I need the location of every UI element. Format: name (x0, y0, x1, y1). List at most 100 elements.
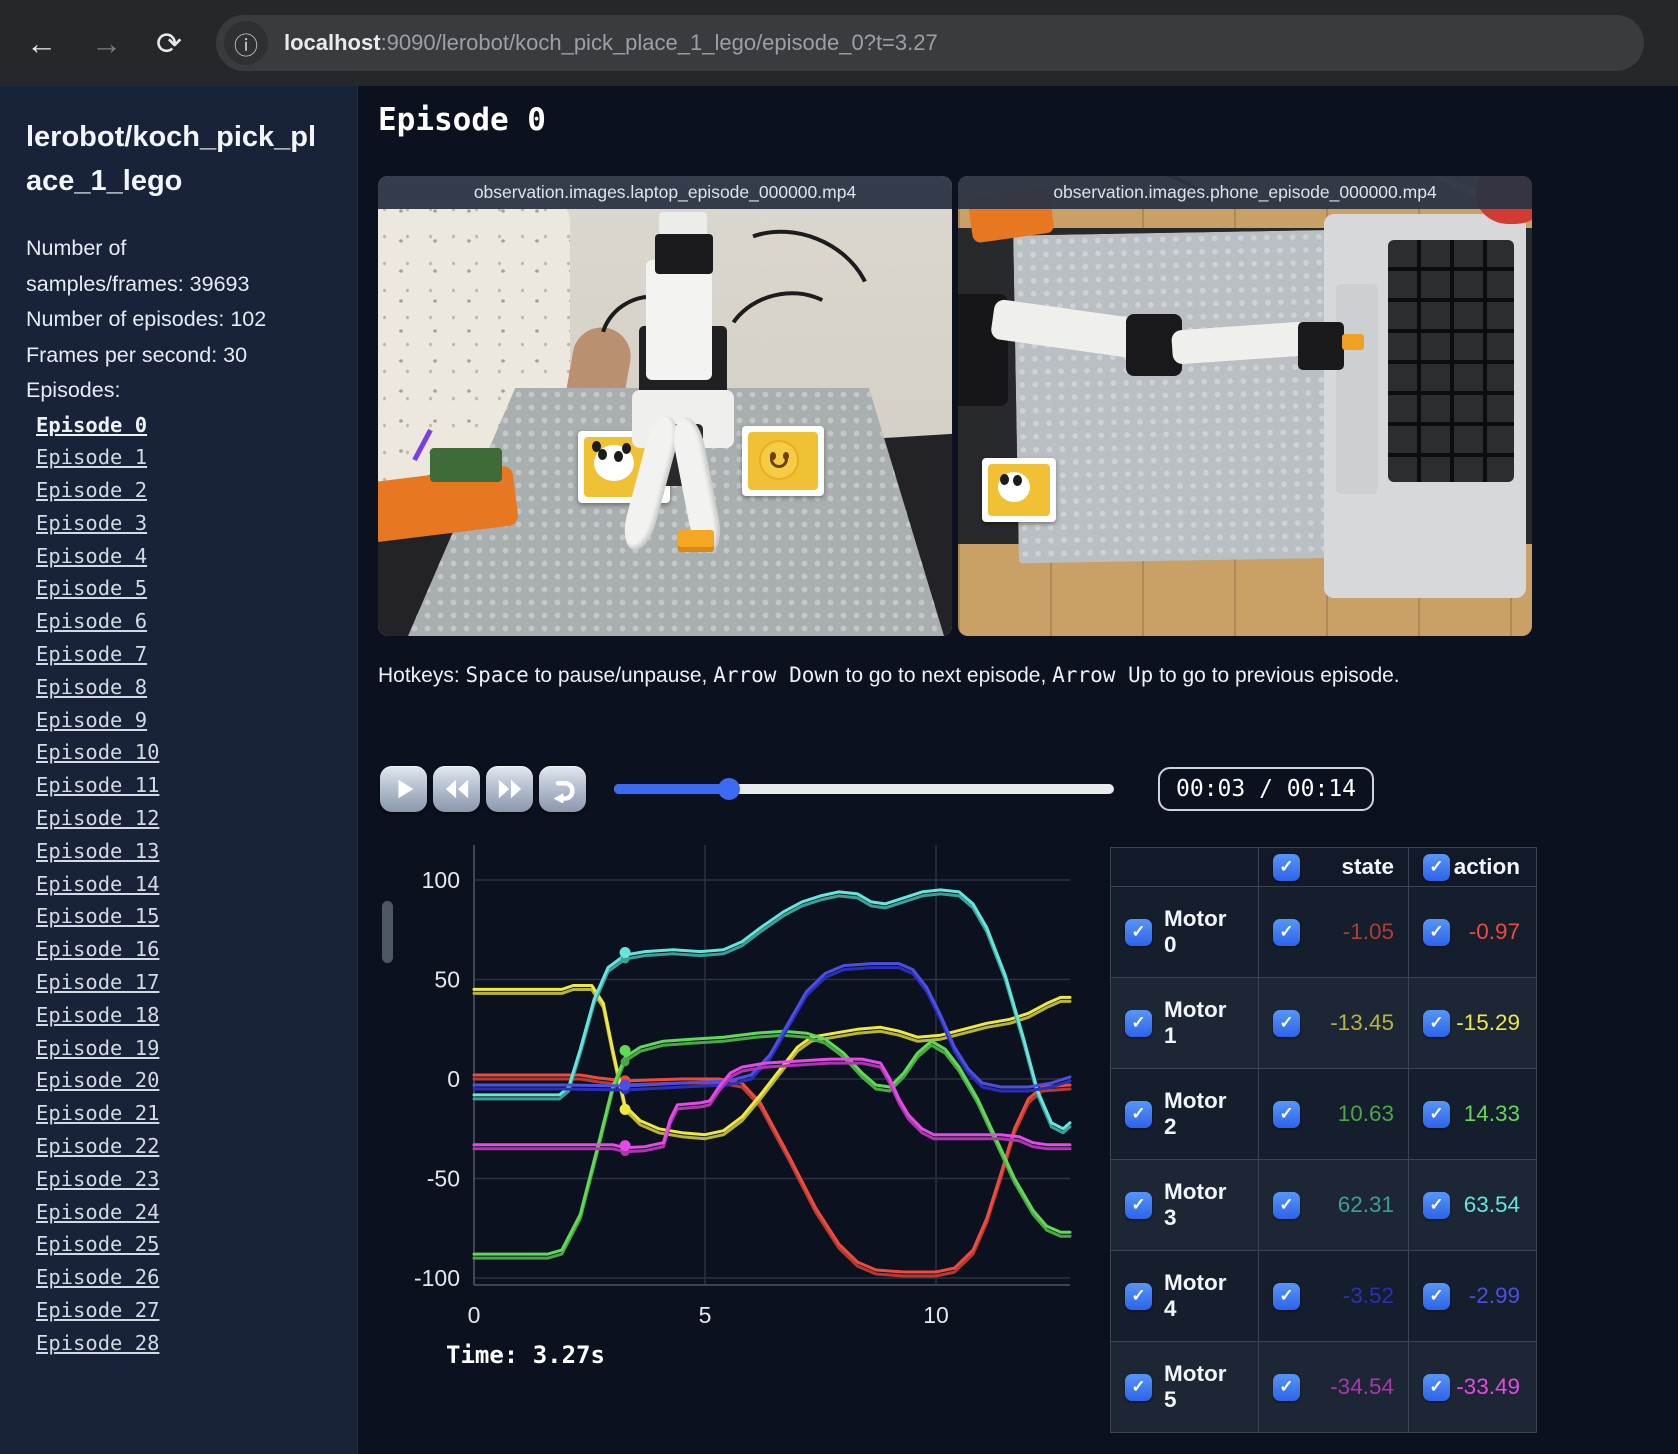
motor-label: Motor 4 (1164, 1270, 1227, 1321)
url-host: localhost (283, 30, 381, 55)
state-value: 62.31 (1337, 1192, 1394, 1217)
x-tick-label: 0 (468, 1302, 481, 1328)
y-tick-label: -100 (414, 1265, 460, 1291)
action-value: -33.49 (1456, 1374, 1520, 1399)
episode-link[interactable]: Episode 26 (36, 1261, 343, 1294)
episode-link[interactable]: Episode 1 (36, 441, 343, 474)
state-value-cell: ✓ 62.31 (1258, 1160, 1408, 1250)
main-content: Episode 0 observation.images.laptop_epis… (358, 86, 1678, 1454)
action-value-cell: ✓ -0.97 (1408, 887, 1534, 977)
checkbox[interactable]: ✓ (1423, 1191, 1450, 1219)
forward-icon[interactable]: → (91, 28, 122, 59)
checkbox[interactable]: ✓ (1125, 1191, 1152, 1219)
hotkeys-text: Hotkeys: Space to pause/unpause, Arrow D… (378, 663, 1400, 688)
checkbox[interactable]: ✓ (1125, 1009, 1152, 1037)
page-title: Episode 0 (378, 102, 546, 138)
episode-link[interactable]: Episode 0 (36, 409, 343, 442)
checkbox[interactable]: ✓ (1125, 1100, 1152, 1128)
episode-link[interactable]: Episode 12 (36, 802, 343, 835)
checkbox[interactable]: ✓ (1273, 1282, 1300, 1310)
rewind-icon (445, 779, 468, 799)
episode-link[interactable]: Episode 19 (36, 1032, 343, 1065)
checkbox[interactable]: ✓ (1273, 1373, 1300, 1401)
state-marker (620, 1057, 630, 1067)
checkbox[interactable]: ✓ (1423, 1282, 1450, 1310)
episode-link[interactable]: Episode 21 (36, 1097, 343, 1130)
table-row: ✓ Motor 1 ✓ -13.45 ✓ -15.29 (1111, 978, 1536, 1069)
seek-slider[interactable] (614, 778, 1114, 800)
orange-lego-brick (678, 530, 714, 552)
laptop-keyboard (1388, 240, 1514, 482)
action-marker (619, 1103, 631, 1115)
checkbox[interactable]: ✓ (1273, 853, 1300, 881)
action-marker (619, 1044, 631, 1056)
back-icon[interactable]: ← (26, 28, 57, 59)
dataset-title: lerobot/koch_pick_place_1_lego (26, 121, 317, 197)
episode-link[interactable]: Episode 15 (36, 900, 343, 933)
site-info-icon[interactable]: ⓘ (223, 21, 268, 65)
video-phone[interactable]: observation.images.phone_episode_000000.… (958, 176, 1532, 636)
slider-thumb[interactable] (718, 778, 740, 800)
episode-link[interactable]: Episode 13 (36, 835, 343, 868)
motor-label: Motor 0 (1164, 906, 1227, 957)
sidebar: lerobot/koch_pick_place_1_lego Number of… (0, 86, 358, 1454)
video-laptop[interactable]: observation.images.laptop_episode_000000… (378, 176, 952, 636)
checkbox[interactable]: ✓ (1125, 1373, 1152, 1401)
episode-link[interactable]: Episode 24 (36, 1196, 343, 1229)
address-bar[interactable]: ⓘ localhost:9090/lerobot/koch_pick_place… (215, 15, 1644, 71)
episode-link[interactable]: Episode 16 (36, 933, 343, 966)
state-value: -3.52 (1342, 1283, 1394, 1308)
checkbox[interactable]: ✓ (1273, 1009, 1300, 1037)
video-phone-frame (958, 176, 1532, 636)
episode-link[interactable]: Episode 3 (36, 507, 343, 540)
episode-link[interactable]: Episode 10 (36, 736, 343, 769)
episode-link[interactable]: Episode 27 (36, 1294, 343, 1327)
x-tick-label: 10 (923, 1302, 949, 1328)
reload-icon[interactable]: ⟳ (156, 28, 182, 59)
checkbox[interactable]: ✓ (1423, 918, 1450, 946)
hotkey-key: Arrow Down (713, 663, 840, 687)
browser-toolbar: ← → ⟳ ⓘ localhost:9090/lerobot/koch_pick… (0, 0, 1678, 86)
episode-link[interactable]: Episode 2 (36, 474, 343, 507)
episode-link[interactable]: Episode 9 (36, 704, 343, 737)
episode-link[interactable]: Episode 11 (36, 769, 343, 802)
checkbox[interactable]: ✓ (1423, 1373, 1450, 1401)
episode-link[interactable]: Episode 22 (36, 1130, 343, 1163)
checkbox[interactable]: ✓ (1423, 1009, 1450, 1037)
checkbox[interactable]: ✓ (1423, 1100, 1450, 1128)
dataset-stats: Number of samples/frames: 39693 Number of … (26, 231, 343, 409)
checkbox[interactable]: ✓ (1125, 918, 1152, 946)
checkbox[interactable]: ✓ (1125, 1282, 1152, 1310)
column-label: action (1453, 854, 1520, 879)
episode-link[interactable]: Episode 5 (36, 572, 343, 605)
episode-link[interactable]: Episode 6 (36, 605, 343, 638)
table-header-row: ✓ state ✓ action (1111, 848, 1536, 887)
episode-link[interactable]: Episode 23 (36, 1163, 343, 1196)
episode-link[interactable]: Episode 7 (36, 638, 343, 671)
url-text: localhost:9090/lerobot/koch_pick_place_1… (284, 30, 938, 56)
hotkeys-segment: Hotkeys: (378, 664, 466, 687)
action-value-cell: ✓ 63.54 (1408, 1160, 1534, 1250)
checkbox[interactable]: ✓ (1273, 1191, 1300, 1219)
checkbox[interactable]: ✓ (1423, 853, 1450, 881)
checkbox[interactable]: ✓ (1273, 918, 1300, 946)
action-value-cell: ✓ -2.99 (1408, 1251, 1534, 1341)
episode-link[interactable]: Episode 14 (36, 868, 343, 901)
state-value: -1.05 (1342, 919, 1394, 944)
checkbox[interactable]: ✓ (1273, 1100, 1300, 1128)
state-value-cell: ✓ -1.05 (1258, 887, 1408, 977)
video-laptop-frame (378, 176, 952, 636)
dataset-stat-line: samples/frames: 39693 (26, 271, 250, 296)
table-header-cell (1111, 848, 1258, 886)
loop-icon (553, 780, 575, 803)
robot-camera (655, 234, 713, 274)
episode-link[interactable]: Episode 20 (36, 1064, 343, 1097)
episode-link[interactable]: Episode 28 (36, 1327, 343, 1360)
table-row: ✓ Motor 4 ✓ -3.52 ✓ -2.99 (1111, 1251, 1536, 1342)
episode-link[interactable]: Episode 18 (36, 999, 343, 1032)
motor-label: Motor 2 (1164, 1088, 1227, 1139)
episode-link[interactable]: Episode 17 (36, 966, 343, 999)
episode-link[interactable]: Episode 4 (36, 540, 343, 573)
episode-link[interactable]: Episode 8 (36, 671, 343, 704)
episode-link[interactable]: Episode 25 (36, 1228, 343, 1261)
